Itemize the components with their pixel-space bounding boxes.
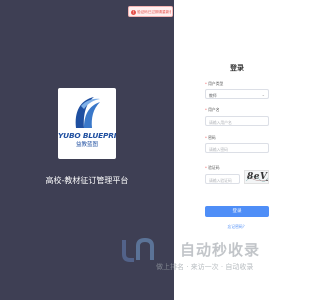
- login-title: 登录: [230, 64, 244, 72]
- username-input[interactable]: 请输入用户名: [205, 116, 269, 126]
- watermark: 自动秒收录 做上排名 · 来访一次 · 自动收录: [118, 237, 288, 277]
- captcha-placeholder: 请输入验证码: [209, 177, 232, 183]
- forgot-password-link[interactable]: 忘记密码？: [205, 224, 269, 230]
- password-input[interactable]: 请输入密码: [205, 143, 269, 153]
- username-label: * 用户名: [205, 107, 220, 112]
- platform-title: 高校-教材征订管理平台: [45, 176, 129, 185]
- captcha-image[interactable]: 8eVJ: [244, 170, 269, 184]
- captcha-input[interactable]: 请输入验证码: [205, 174, 240, 184]
- password-placeholder: 请输入密码: [209, 146, 228, 152]
- error-icon: !: [131, 9, 136, 15]
- logo: YUBO BLUEPRINT 益教蓝图: [58, 88, 116, 159]
- toast-message: 验证码已过期请重新获取: [137, 10, 171, 14]
- captcha-text: 8eVJ: [247, 172, 268, 182]
- watermark-logo-icon: [122, 237, 154, 262]
- user-type-value: 教师: [209, 92, 217, 98]
- user-type-select[interactable]: 教师 ⌄: [205, 89, 269, 99]
- username-placeholder: 请输入用户名: [209, 119, 232, 125]
- password-label: * 密码: [205, 135, 216, 140]
- watermark-title: 自动秒收录: [180, 241, 261, 259]
- captcha-label: * 验证码: [205, 165, 220, 170]
- watermark-subtitle: 做上排名 · 来访一次 · 自动收录: [156, 263, 254, 271]
- logo-text-cn: 益教蓝图: [75, 142, 98, 148]
- logo-mark-icon: [75, 97, 100, 128]
- chevron-down-icon: ⌄: [261, 92, 265, 97]
- user-type-label: * 用户类型: [205, 81, 224, 86]
- logo-text-en: YUBO BLUEPRINT: [58, 131, 116, 140]
- login-button[interactable]: 登录: [205, 206, 269, 217]
- error-toast: ! 验证码已过期请重新获取: [128, 6, 173, 17]
